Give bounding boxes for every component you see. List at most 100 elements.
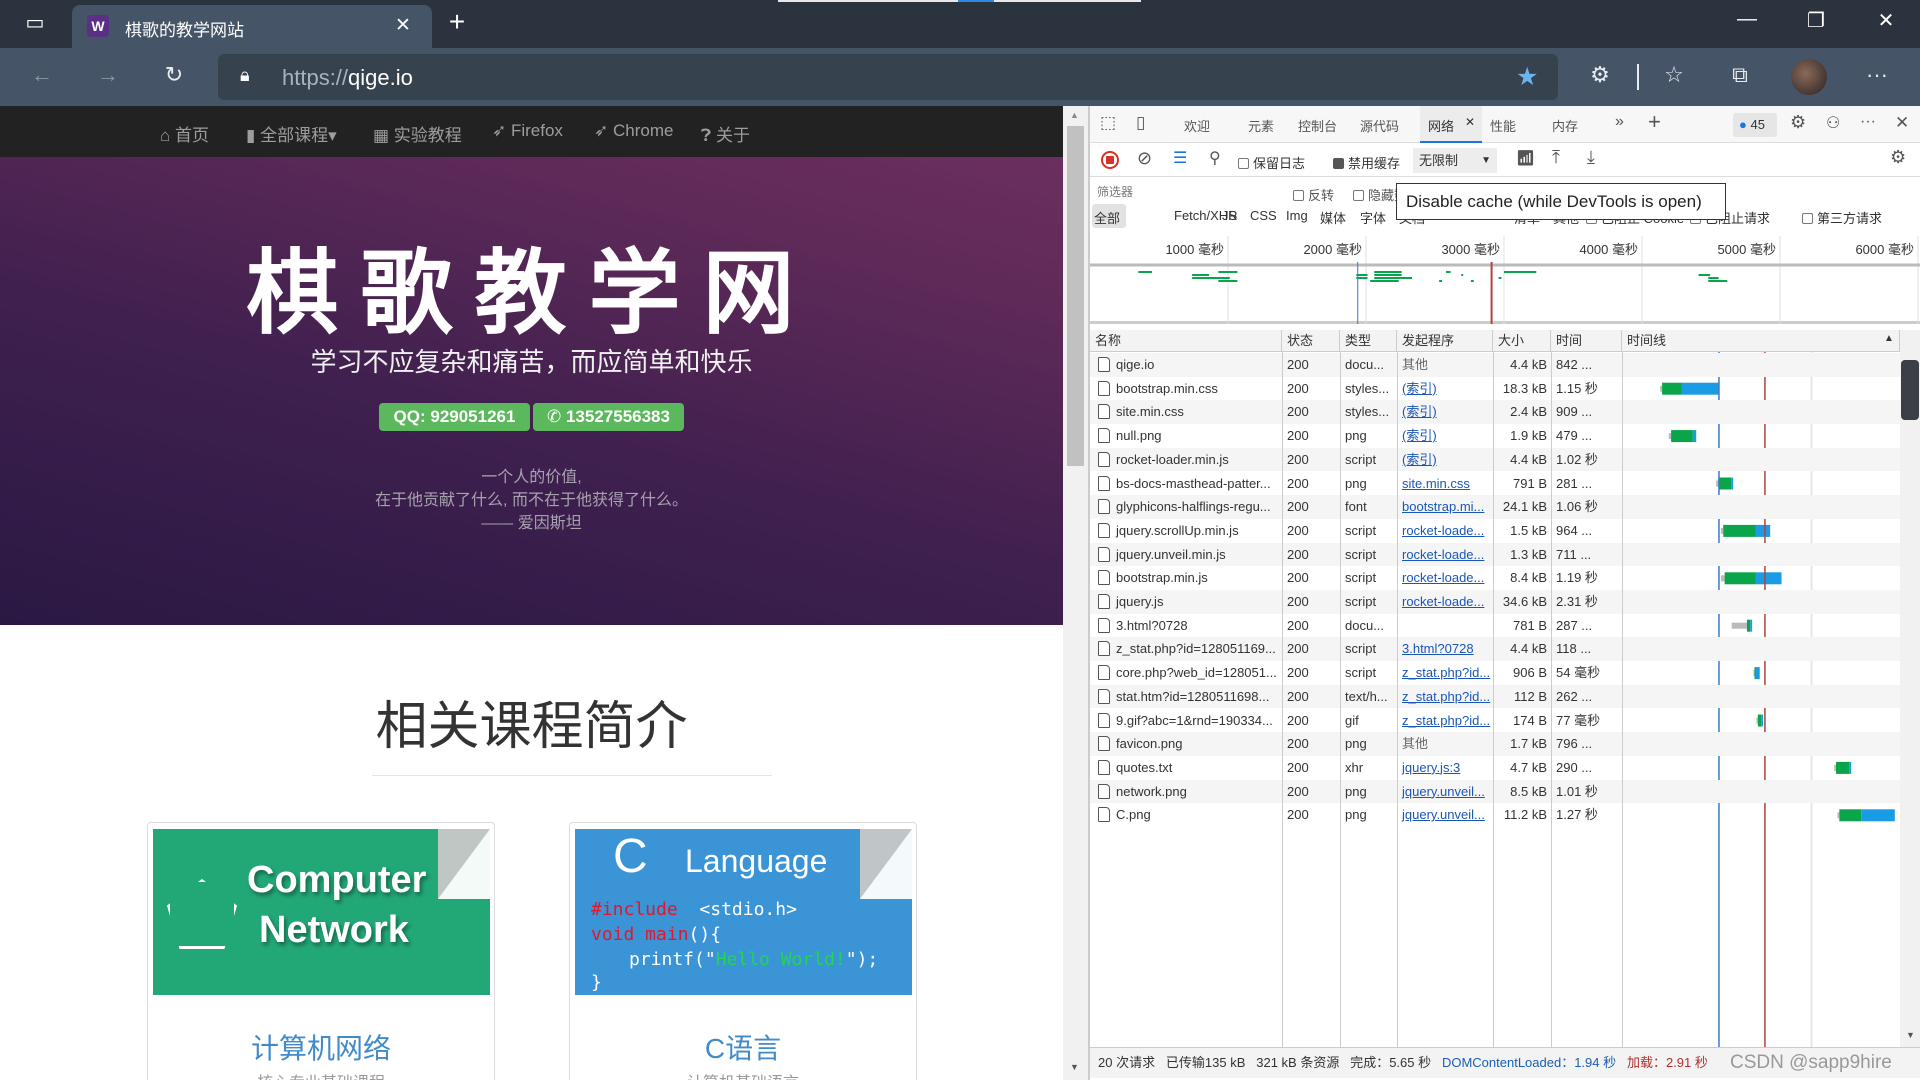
checkbox[interactable] (1238, 158, 1249, 169)
disable-cache-checkbox[interactable]: 禁用缓存 (1333, 153, 1400, 172)
extensions-icon[interactable]: ⚙︎ (1583, 62, 1617, 88)
device-emulation-icon[interactable]: ▯ (1136, 113, 1145, 133)
close-tab-icon[interactable]: ✕ (395, 14, 411, 37)
network-course-image[interactable]: Computer Network (153, 829, 490, 995)
more-icon[interactable]: ··· (1860, 62, 1894, 88)
cell-initiator[interactable]: 3.html?0728 (1402, 641, 1474, 656)
new-tab-icon[interactable]: + (442, 6, 472, 38)
lock-icon[interactable]: 🔒︎ (240, 65, 250, 86)
request-row[interactable]: bootstrap.min.css 200 styles... (索引) 18.3 kB… (1090, 377, 1900, 401)
request-row[interactable]: network.png 200 png jquery.unveil... 8.5 kB 1… (1090, 779, 1900, 804)
cell-name[interactable]: stat.htm?id=1280511698... (1116, 689, 1269, 704)
tab-memory[interactable]: 内存 (1552, 116, 1578, 135)
request-row[interactable]: z_stat.php?id=128051169... 200 script 3.htm… (1090, 637, 1900, 662)
search-icon[interactable]: ⚲ (1209, 148, 1221, 168)
cell-name[interactable]: jquery.scrollUp.min.js (1116, 523, 1239, 538)
customize-icon[interactable]: ··· (1860, 113, 1876, 131)
cell-name[interactable]: favicon.png (1116, 736, 1183, 751)
request-row[interactable]: jquery.scrollUp.min.js 200 script rocket-lo… (1090, 519, 1900, 543)
add-tab-icon[interactable]: + (1648, 109, 1661, 135)
phone-button[interactable]: ✆ 13527556383 (533, 403, 684, 431)
cell-initiator[interactable]: bootstrap.mi... (1402, 499, 1484, 514)
type-filter[interactable]: Img (1286, 208, 1308, 223)
course-card-network[interactable]: Computer Network 计算机网络 核心专业基础课程 (147, 822, 495, 1080)
request-row[interactable]: null.png 200 png (索引) 1.9 kB 479 ... (1090, 424, 1900, 448)
cell-name[interactable]: 9.gif?abc=1&rnd=190334... (1116, 713, 1273, 728)
more-tabs-icon[interactable]: » (1615, 113, 1624, 131)
request-row[interactable]: 3.html?0728 200 docu... 781 B 287 ... (1090, 614, 1900, 638)
cell-name[interactable]: z_stat.php?id=128051169... (1116, 641, 1276, 656)
cell-name[interactable]: site.min.css (1116, 404, 1184, 419)
reload-icon[interactable]: ↻ (157, 62, 191, 88)
favorite-star-icon[interactable]: ★ (1516, 62, 1538, 92)
preserve-log-checkbox[interactable]: 保留日志 (1238, 153, 1305, 172)
third-party-checkbox[interactable]: 第三方请求 (1802, 208, 1882, 227)
close-network-tab-icon[interactable]: ✕ (1465, 115, 1475, 129)
cell-name[interactable]: bootstrap.min.css (1116, 381, 1218, 396)
scroll-down-arrow[interactable]: ▼ (1906, 1030, 1915, 1040)
request-row[interactable]: C.png 200 png jquery.unveil... 11.2 kB 1.27 秒 (1090, 803, 1900, 827)
checkbox[interactable] (1353, 190, 1364, 201)
cell-initiator[interactable]: rocket-loade... (1402, 523, 1484, 538)
cell-name[interactable]: null.png (1116, 428, 1162, 443)
column-header[interactable]: 时间线 (1622, 330, 1900, 352)
request-row[interactable]: rocket-loader.min.js 200 script (索引) 4.4 kB 1… (1090, 447, 1900, 472)
favorites-icon[interactable]: ☆ (1657, 62, 1691, 88)
card-title[interactable]: C语言 (570, 1027, 916, 1067)
throttle-select[interactable]: 无限制 ▼ (1413, 148, 1497, 173)
nav-courses[interactable]: ▮ 全部课程▾ (246, 121, 337, 146)
tab-sources[interactable]: 源代码 (1360, 116, 1399, 135)
column-header[interactable]: 名称 (1090, 330, 1282, 352)
network-overview[interactable]: 1000 毫秒 2000 毫秒 3000 毫秒 4000 毫秒 5000 毫秒 6000 … (1090, 236, 1920, 324)
network-conditions-icon[interactable]: 📶︎ (1516, 149, 1535, 167)
cell-initiator[interactable]: (索引) (1402, 381, 1437, 396)
tab-actions-icon[interactable]: ▭ (20, 10, 50, 35)
inspect-element-icon[interactable]: ⬚ (1100, 113, 1116, 133)
record-button[interactable] (1101, 151, 1119, 169)
request-row[interactable]: favicon.png 200 png 其他 1.7 kB 796 ... (1090, 732, 1900, 756)
cell-name[interactable]: glyphicons-halflings-regu... (1116, 499, 1271, 514)
nav-chrome[interactable]: ➶ Chrome (594, 121, 673, 141)
browser-tab[interactable]: W 棋歌的教学网站 ✕ (72, 5, 432, 48)
type-filter[interactable]: 媒体 (1320, 208, 1346, 227)
cell-initiator[interactable]: jquery.unveil... (1402, 807, 1485, 822)
request-row[interactable]: 9.gif?abc=1&rnd=190334... 200 gif z_stat.ph… (1090, 709, 1900, 733)
column-header[interactable]: 发起程序 (1397, 330, 1493, 352)
settings-icon[interactable]: ⚙︎ (1790, 112, 1806, 133)
filter-input[interactable]: 筛选器 (1094, 181, 1278, 203)
scroll-down-arrow[interactable]: ▼ (1070, 1062, 1079, 1072)
cell-name[interactable]: network.png (1116, 784, 1187, 799)
cell-initiator[interactable]: jquery.js:3 (1402, 760, 1460, 775)
type-filter[interactable]: CSS (1250, 208, 1277, 223)
restore-icon[interactable]: ❐ (1801, 8, 1831, 33)
cell-initiator[interactable]: (索引) (1402, 404, 1437, 419)
card-title[interactable]: 计算机网络 (148, 1027, 494, 1067)
collections-icon[interactable]: ⧉ (1723, 62, 1757, 88)
feedback-icon[interactable]: ⚇ (1826, 113, 1840, 133)
request-row[interactable]: core.php?web_id=128051... 200 script z_stat… (1090, 661, 1900, 685)
cell-initiator[interactable]: rocket-loade... (1402, 570, 1484, 585)
column-header[interactable]: 类型 (1340, 330, 1397, 352)
export-har-icon[interactable]: ⤓ (1587, 147, 1595, 168)
request-row[interactable]: quotes.txt 200 xhr jquery.js:3 4.7 kB 290 ... (1090, 756, 1900, 780)
cell-name[interactable]: 3.html?0728 (1116, 618, 1188, 633)
cell-name[interactable]: bootstrap.min.js (1116, 570, 1208, 585)
checkbox[interactable] (1802, 213, 1813, 224)
nav-firefox[interactable]: ➶ Firefox (492, 121, 563, 141)
scroll-minimap[interactable] (1901, 360, 1919, 420)
nav-labs[interactable]: ▦ 实验教程 (373, 121, 462, 146)
import-har-icon[interactable]: ⤒ (1552, 147, 1560, 168)
minimize-icon[interactable]: — (1732, 8, 1762, 31)
c-course-image[interactable]: C Language #include <stdio.h> void main(… (575, 829, 912, 995)
nav-home[interactable]: ⌂ 首页 (160, 121, 209, 146)
tab-elements[interactable]: 元素 (1248, 116, 1274, 135)
cell-name[interactable]: qige.io (1116, 357, 1154, 372)
request-row[interactable]: glyphicons-halflings-regu... 200 font boots… (1090, 495, 1900, 519)
cell-initiator[interactable]: z_stat.php?id... (1402, 713, 1490, 728)
profile-avatar[interactable] (1791, 59, 1827, 95)
back-icon[interactable]: ← (25, 62, 59, 88)
request-row[interactable]: jquery.js 200 script rocket-loade... 34.6 kB… (1090, 590, 1900, 614)
close-devtools-icon[interactable]: ✕ (1895, 113, 1909, 133)
table-scrollbar[interactable]: ▼ (1900, 330, 1920, 1047)
network-settings-icon[interactable]: ⚙︎ (1890, 147, 1906, 168)
